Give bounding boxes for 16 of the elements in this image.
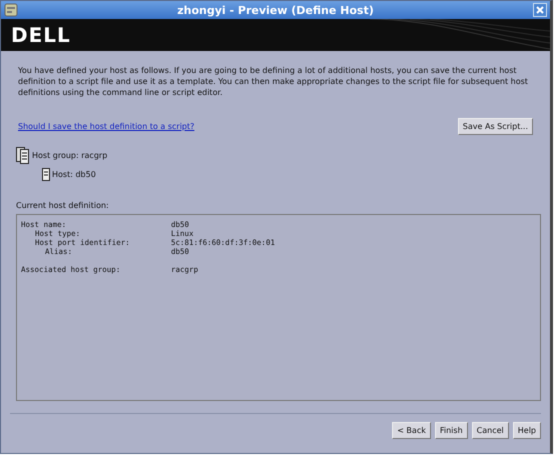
tree-item[interactable]: Host: db50 — [52, 170, 96, 179]
logo: DELL — [11, 23, 71, 47]
dialog-button[interactable]: < Back — [392, 422, 431, 439]
dialog-button[interactable]: Finish — [434, 422, 468, 439]
intro-text: You have defined your host as follows. If you are going to be defining a lot of additional hosts, you can save the current host definition to a script file and use it as a template. You can then make appropriate changes to the script file for subsequent host definitions using the command line or script editor. — [18, 65, 529, 98]
host-icon — [42, 168, 50, 181]
close-button[interactable] — [533, 3, 547, 17]
tree-item[interactable]: Host group: racgrp — [32, 151, 108, 160]
dialog-button[interactable]: Help — [512, 422, 541, 439]
host-group-icon — [16, 147, 30, 164]
app-icon — [4, 3, 18, 17]
help-link[interactable]: Should I save the host definition to a script? — [18, 122, 194, 131]
section-label: Current host definition: — [16, 201, 110, 210]
dialog-button[interactable]: Cancel — [472, 422, 509, 439]
window-title: zhongyi - Preview (Define Host) — [176, 4, 375, 16]
save-as-script-button[interactable]: Save As Script... — [458, 118, 533, 135]
